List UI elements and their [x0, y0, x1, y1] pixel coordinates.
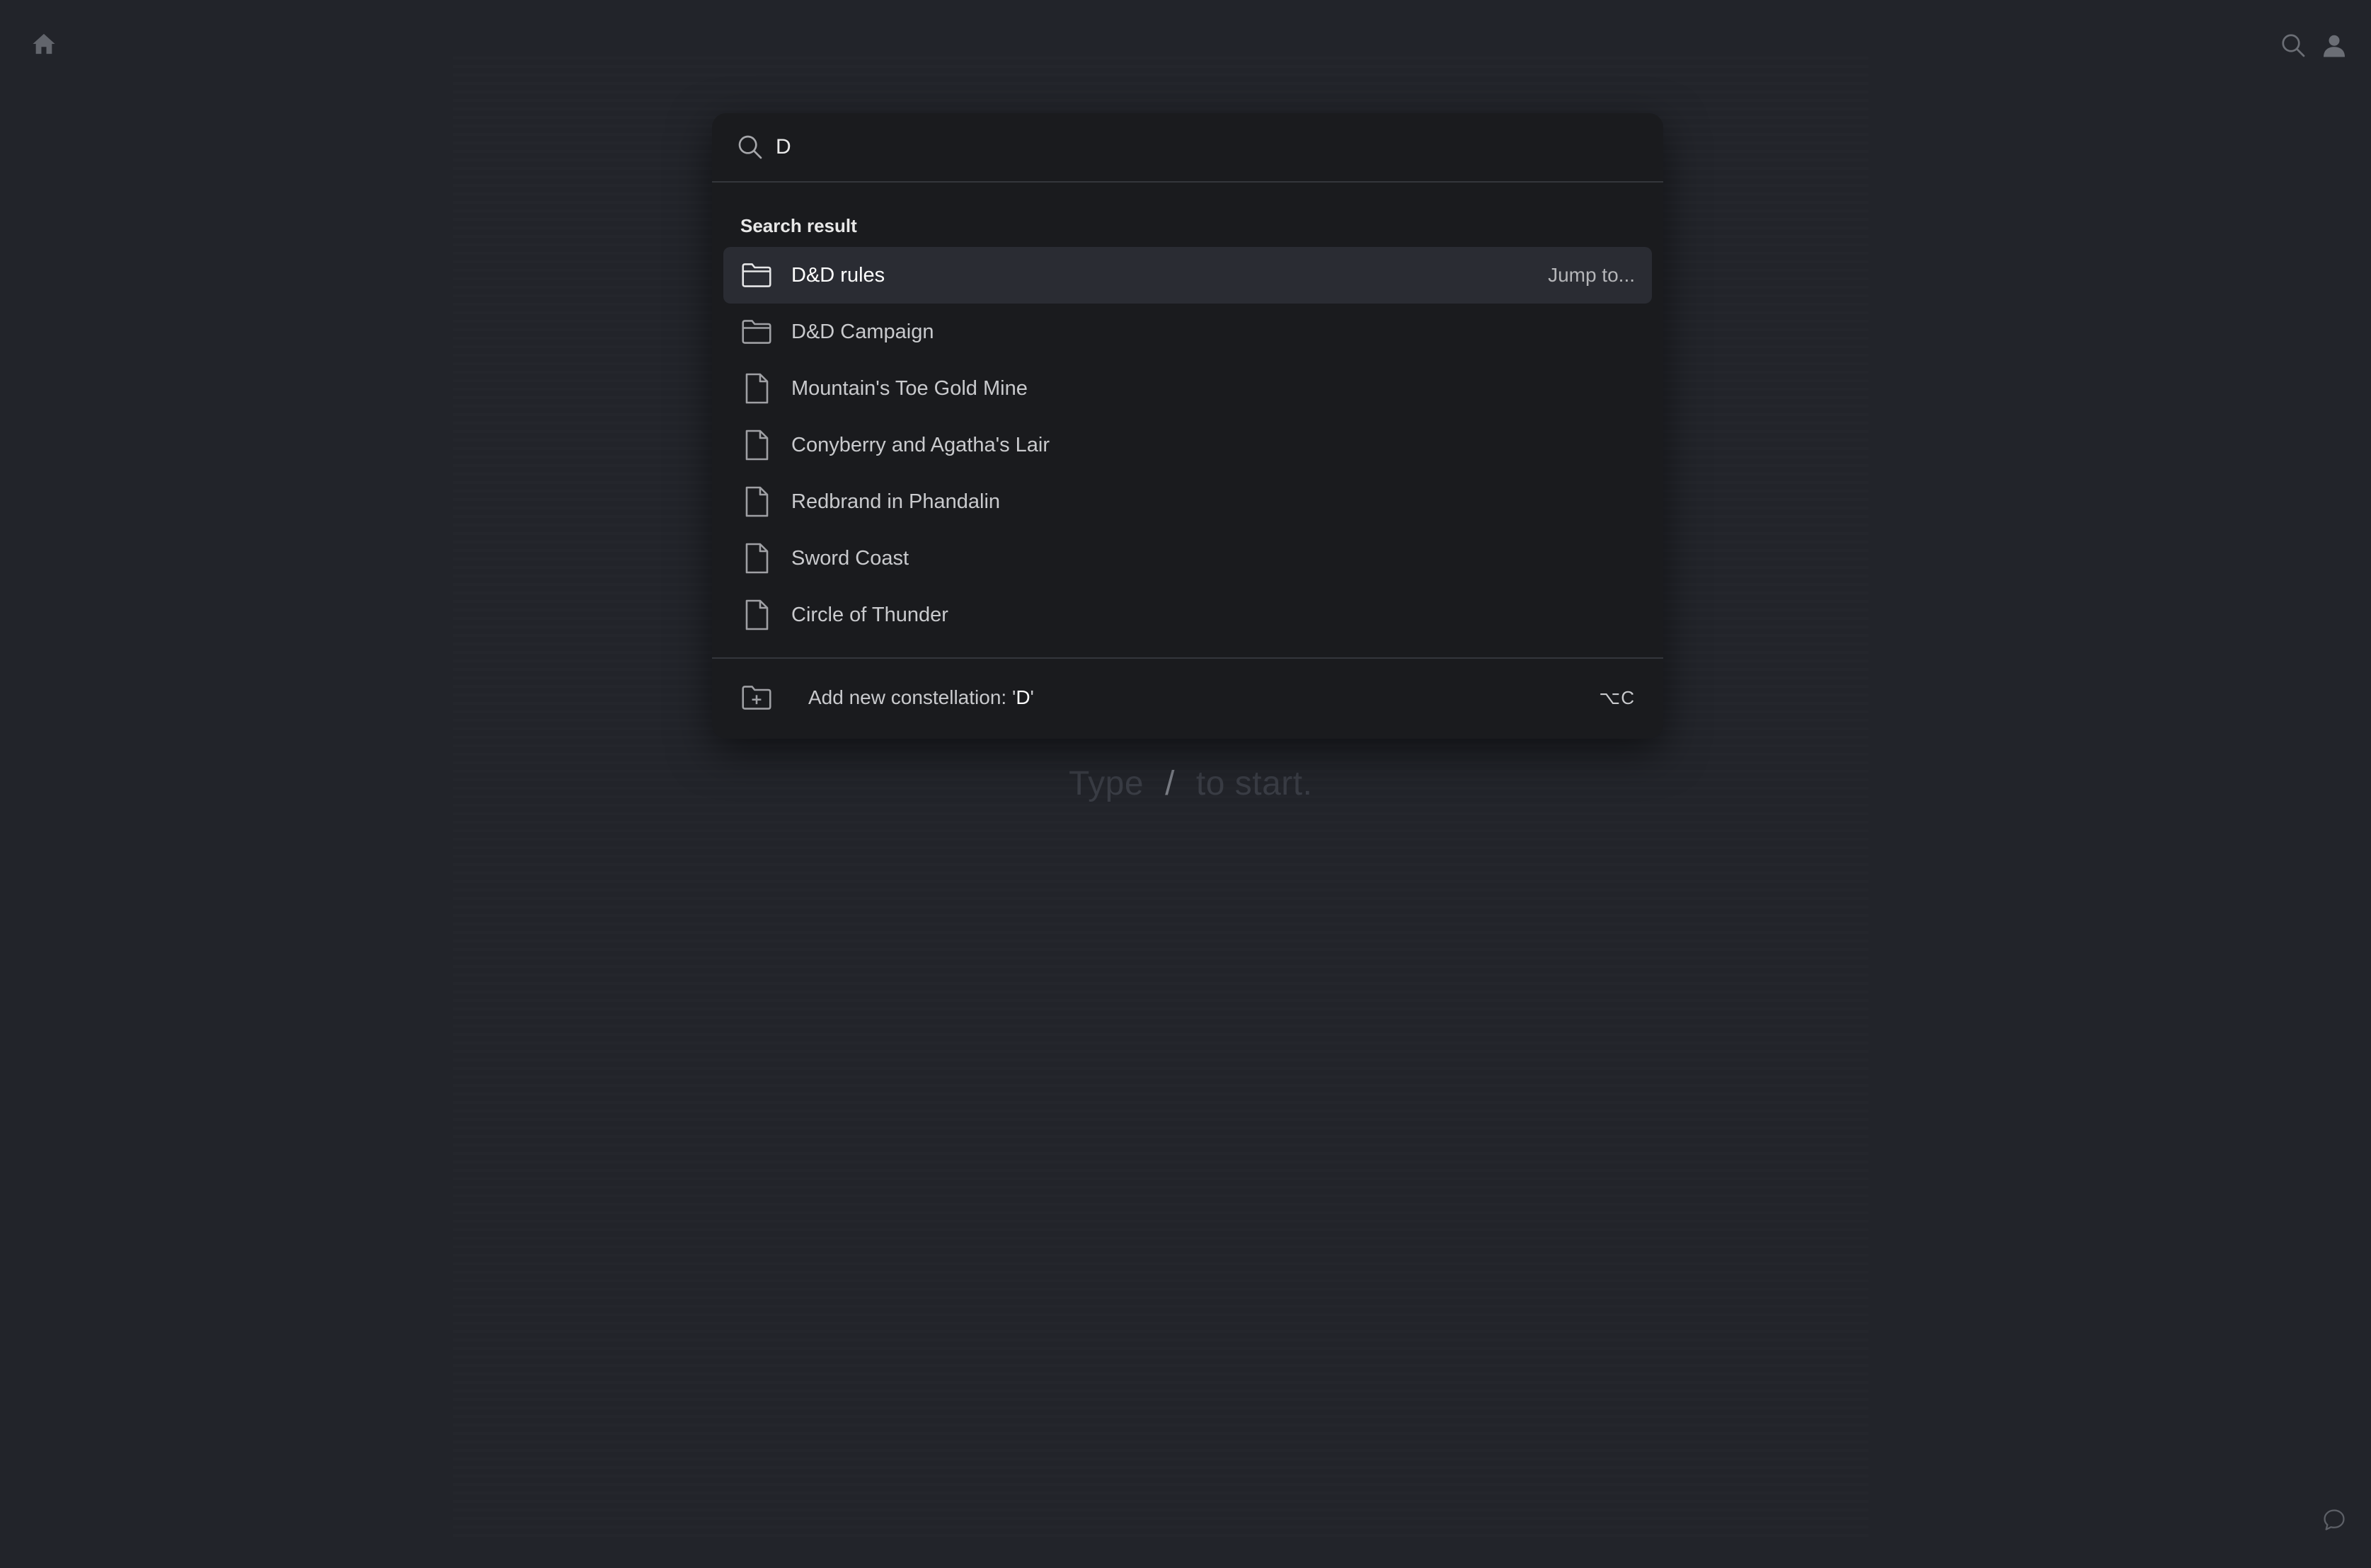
result-item-dnd-campaign[interactable]: D&D Campaign — [723, 304, 1652, 360]
document-icon — [740, 372, 773, 405]
empty-editor-hint: Type / to start. — [1069, 764, 1312, 803]
chat-icon[interactable] — [2316, 1501, 2353, 1538]
home-icon[interactable] — [25, 25, 62, 62]
jump-to-hint: Jump to... — [1548, 264, 1635, 286]
document-icon — [740, 485, 773, 518]
result-label: Sword Coast — [791, 546, 909, 570]
result-label: D&D rules — [791, 263, 885, 287]
document-icon — [740, 599, 773, 631]
result-label: Redbrand in Phandalin — [791, 490, 1001, 513]
document-icon — [740, 542, 773, 575]
search-bar — [712, 113, 1663, 183]
search-input[interactable] — [776, 135, 1663, 159]
result-label: Circle of Thunder — [791, 603, 948, 626]
add-new-constellation-button[interactable]: Add new constellation: 'D' ⌥C — [712, 659, 1663, 737]
add-new-suffix: ' — [1030, 686, 1034, 708]
search-results-list: D&D rules Jump to... D&D Campaign Mounta… — [712, 247, 1663, 643]
result-label: Mountain's Toe Gold Mine — [791, 376, 1028, 400]
search-icon — [736, 133, 764, 161]
hint-slash: / — [1165, 765, 1175, 802]
result-item-conyberry[interactable]: Conyberry and Agatha's Lair — [723, 417, 1652, 473]
hint-after: to start. — [1195, 765, 1313, 802]
section-label: Search result — [740, 215, 857, 236]
shortcut-hint: ⌥C — [1599, 686, 1635, 708]
result-item-mountains-toe[interactable]: Mountain's Toe Gold Mine — [723, 360, 1652, 417]
folder-plus-icon — [740, 681, 773, 714]
user-icon[interactable] — [2314, 27, 2354, 64]
result-item-circle-of-thunder[interactable]: Circle of Thunder — [723, 587, 1652, 643]
hint-before: Type — [1069, 765, 1144, 802]
app-window: Type / to start. Search result D&D rules… — [0, 0, 2371, 1568]
folder-icon — [740, 259, 773, 292]
result-label: D&D Campaign — [791, 320, 934, 343]
document-icon — [740, 429, 773, 461]
result-item-dnd-rules[interactable]: D&D rules Jump to... — [723, 247, 1652, 304]
add-new-prefix: Add new constellation: ' — [808, 686, 1016, 708]
result-item-redbrand[interactable]: Redbrand in Phandalin — [723, 473, 1652, 530]
result-label: Conyberry and Agatha's Lair — [791, 433, 1050, 456]
add-new-label: Add new constellation: 'D' — [808, 686, 1599, 709]
search-icon[interactable] — [2275, 27, 2312, 64]
command-palette: Search result D&D rules Jump to... D&D C… — [712, 113, 1663, 739]
add-new-query: D — [1016, 686, 1031, 708]
result-item-sword-coast[interactable]: Sword Coast — [723, 530, 1652, 587]
folder-icon — [740, 316, 773, 348]
